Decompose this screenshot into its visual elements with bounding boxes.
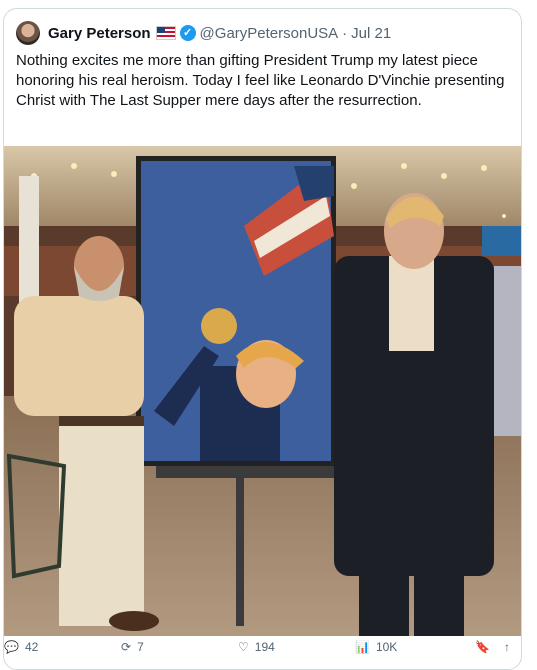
bookmark-button[interactable]: 🔖 — [475, 640, 490, 654]
reply-icon: 💬 — [4, 640, 19, 654]
reply-count: 42 — [24, 640, 39, 654]
verified-badge-icon: ✓ — [179, 25, 196, 41]
tweet-header: Gary Peterson ✓ @GaryPetersonUSA · Jul 2… — [16, 21, 391, 45]
tweet-text: Nothing excites me more than gifting Pre… — [16, 52, 505, 109]
author-name[interactable]: Gary Peterson — [48, 25, 151, 42]
views-count: 10K — [375, 640, 398, 654]
us-flag-icon — [155, 26, 176, 40]
like-count: 194 — [254, 640, 275, 654]
retweet-icon: ⟳ — [121, 640, 132, 654]
repost-count: 7 — [137, 640, 144, 654]
repost-button[interactable]: ⟳ 7 — [121, 640, 144, 654]
tweet-photo[interactable] — [4, 146, 521, 636]
views-button[interactable]: 📊 10K — [355, 640, 397, 654]
like-button[interactable]: ♡ 194 — [238, 640, 275, 654]
separator-dot: · — [342, 24, 348, 42]
share-icon: ↑ — [504, 640, 510, 654]
avatar[interactable] — [16, 21, 40, 45]
author-handle[interactable]: @GaryPetersonUSA — [200, 25, 339, 42]
tweet-card[interactable]: Gary Peterson ✓ @GaryPetersonUSA · Jul 2… — [3, 8, 522, 670]
photo-illustration — [4, 146, 521, 636]
like-icon: ♡ — [238, 640, 249, 654]
bookmark-icon: 🔖 — [475, 640, 490, 654]
reply-button[interactable]: 💬 42 — [4, 640, 38, 654]
views-icon: 📊 — [355, 640, 370, 654]
tweet-date[interactable]: Jul 21 — [351, 25, 391, 42]
tweet-actions: 💬 42 ⟳ 7 ♡ 194 📊 10K 🔖 ↑ — [4, 640, 521, 660]
share-button[interactable]: ↑ — [504, 640, 510, 654]
